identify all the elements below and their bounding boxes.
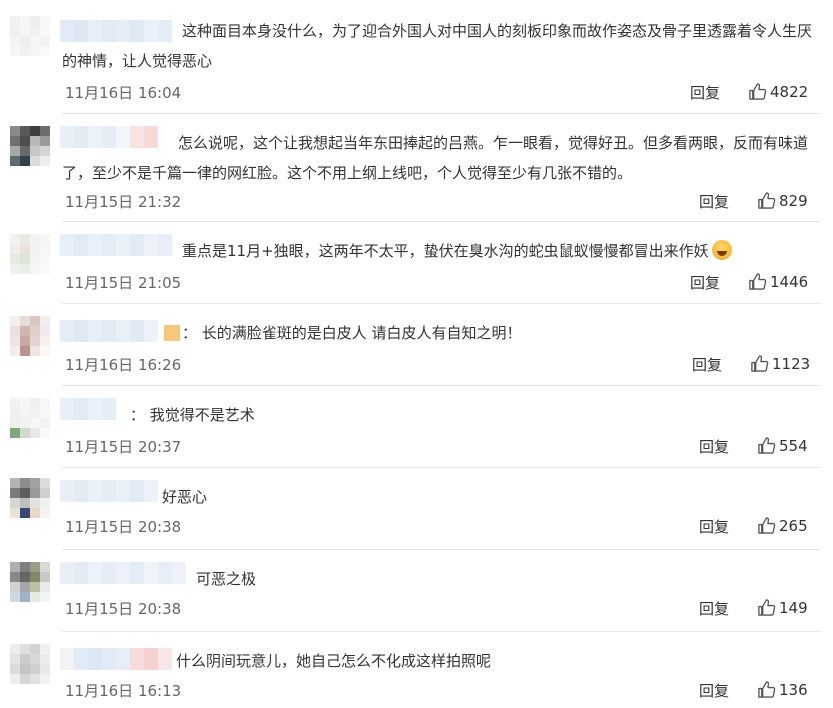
comment-text: ： 我觉得不是艺术 <box>130 406 255 424</box>
comment-text: 好恶心 <box>162 488 208 506</box>
comment-time: 11月15日 20:38 <box>65 600 182 618</box>
avatar[interactable] <box>10 16 50 56</box>
like-count: 136 <box>779 680 808 699</box>
reply-button[interactable]: 回复 <box>699 436 729 457</box>
comment-text: 怎么说呢，这个让我想起当年东田捧起的吕燕。乍一眼看，觉得好丑。但多看两眼，反而有… <box>62 134 809 182</box>
comment-time: 11月15日 20:37 <box>65 438 182 456</box>
like-button[interactable]: 1123 <box>750 354 810 373</box>
divider <box>62 303 821 304</box>
thumbs-up-icon <box>749 273 767 290</box>
thumbs-up-icon <box>751 355 769 372</box>
comment-item: 好恶心 11月15日 20:38 回复 265 <box>0 476 833 550</box>
thumbs-up-icon <box>758 192 776 209</box>
comment-item: ： 我觉得不是艺术 11月15日 20:37 回复 554 <box>0 394 833 468</box>
divider <box>62 221 821 222</box>
thumbs-up-icon <box>758 681 776 698</box>
reply-button[interactable]: 回复 <box>690 272 720 293</box>
like-button[interactable]: 136 <box>757 680 808 699</box>
avatar[interactable] <box>10 126 50 166</box>
comment-item: 这种面目本身没什么，为了迎合外国人对中国人的刻板印象而故作姿态及骨子里透露着令人… <box>0 10 833 114</box>
comment-item: 什么阴间玩意儿，她自己怎么不化成这样拍照呢 11月16日 16:13 回复 13… <box>0 640 833 708</box>
like-button[interactable]: 1446 <box>748 272 808 291</box>
like-count: 1123 <box>772 354 811 373</box>
thumbs-up-icon <box>758 517 776 534</box>
divider <box>62 549 821 550</box>
avatar[interactable] <box>10 478 50 518</box>
reply-button[interactable]: 回复 <box>699 516 729 537</box>
avatar[interactable] <box>10 398 50 438</box>
like-button[interactable]: 554 <box>757 436 808 455</box>
comment-text: 可恶之极 <box>196 570 257 588</box>
reply-button[interactable]: 回复 <box>699 191 729 212</box>
like-button[interactable]: 149 <box>757 598 808 617</box>
comment-time: 11月15日 21:05 <box>65 274 182 292</box>
comment-text: 什么阴间玩意儿，她自己怎么不化成这样拍照呢 <box>176 652 492 670</box>
divider <box>62 631 821 632</box>
comment-text: 重点是11月+独眼，这两年不太平，蛰伏在臭水沟的蛇虫鼠蚁慢慢都冒出来作妖 <box>62 236 813 266</box>
like-count: 829 <box>779 191 808 210</box>
like-count: 554 <box>779 436 808 455</box>
comment-item: 可恶之极 11月15日 20:38 回复 149 <box>0 558 833 632</box>
comment-time: 11月16日 16:26 <box>65 356 182 374</box>
like-count: 265 <box>779 516 808 535</box>
avatar[interactable] <box>10 562 50 602</box>
emoji-icon <box>711 240 732 260</box>
divider <box>62 113 821 114</box>
thumbs-up-icon <box>749 83 767 100</box>
like-count: 149 <box>779 598 808 617</box>
like-button[interactable]: 265 <box>757 516 808 535</box>
comment-time: 11月15日 20:38 <box>65 518 182 536</box>
thumbs-up-icon <box>758 599 776 616</box>
comment-item: 重点是11月+独眼，这两年不太平，蛰伏在臭水沟的蛇虫鼠蚁慢慢都冒出来作妖 11月… <box>0 230 833 304</box>
comment-item: 怎么说呢，这个让我想起当年东田捧起的吕燕。乍一眼看，觉得好丑。但多看两眼，反而有… <box>0 122 833 222</box>
reply-button[interactable]: 回复 <box>690 82 720 103</box>
like-button[interactable]: 4822 <box>748 82 808 101</box>
reply-button[interactable]: 回复 <box>699 598 729 619</box>
comment-item: ： 长的满脸雀斑的是白皮人 请白皮人有自知之明！ 11月16日 16:26 回复… <box>0 312 833 386</box>
comment-text: 这种面目本身没什么，为了迎合外国人对中国人的刻板印象而故作姿态及骨子里透露着令人… <box>62 22 813 70</box>
comment-time: 11月16日 16:04 <box>65 84 182 102</box>
comment-text: ： 长的满脸雀斑的是白皮人 请白皮人有自知之明！ <box>62 318 813 348</box>
avatar[interactable] <box>10 644 50 684</box>
avatar[interactable] <box>10 234 50 274</box>
comment-time: 11月15日 21:32 <box>65 193 182 211</box>
thumbs-up-icon <box>758 437 776 454</box>
divider <box>62 467 821 468</box>
badge-icon <box>164 325 180 341</box>
divider <box>62 385 821 386</box>
like-count: 1446 <box>770 272 809 291</box>
avatar[interactable] <box>10 316 50 356</box>
like-button[interactable]: 829 <box>757 191 808 210</box>
reply-button[interactable]: 回复 <box>692 354 722 375</box>
comment-time: 11月16日 16:13 <box>65 682 182 700</box>
like-count: 4822 <box>770 82 809 101</box>
reply-button[interactable]: 回复 <box>699 680 729 701</box>
